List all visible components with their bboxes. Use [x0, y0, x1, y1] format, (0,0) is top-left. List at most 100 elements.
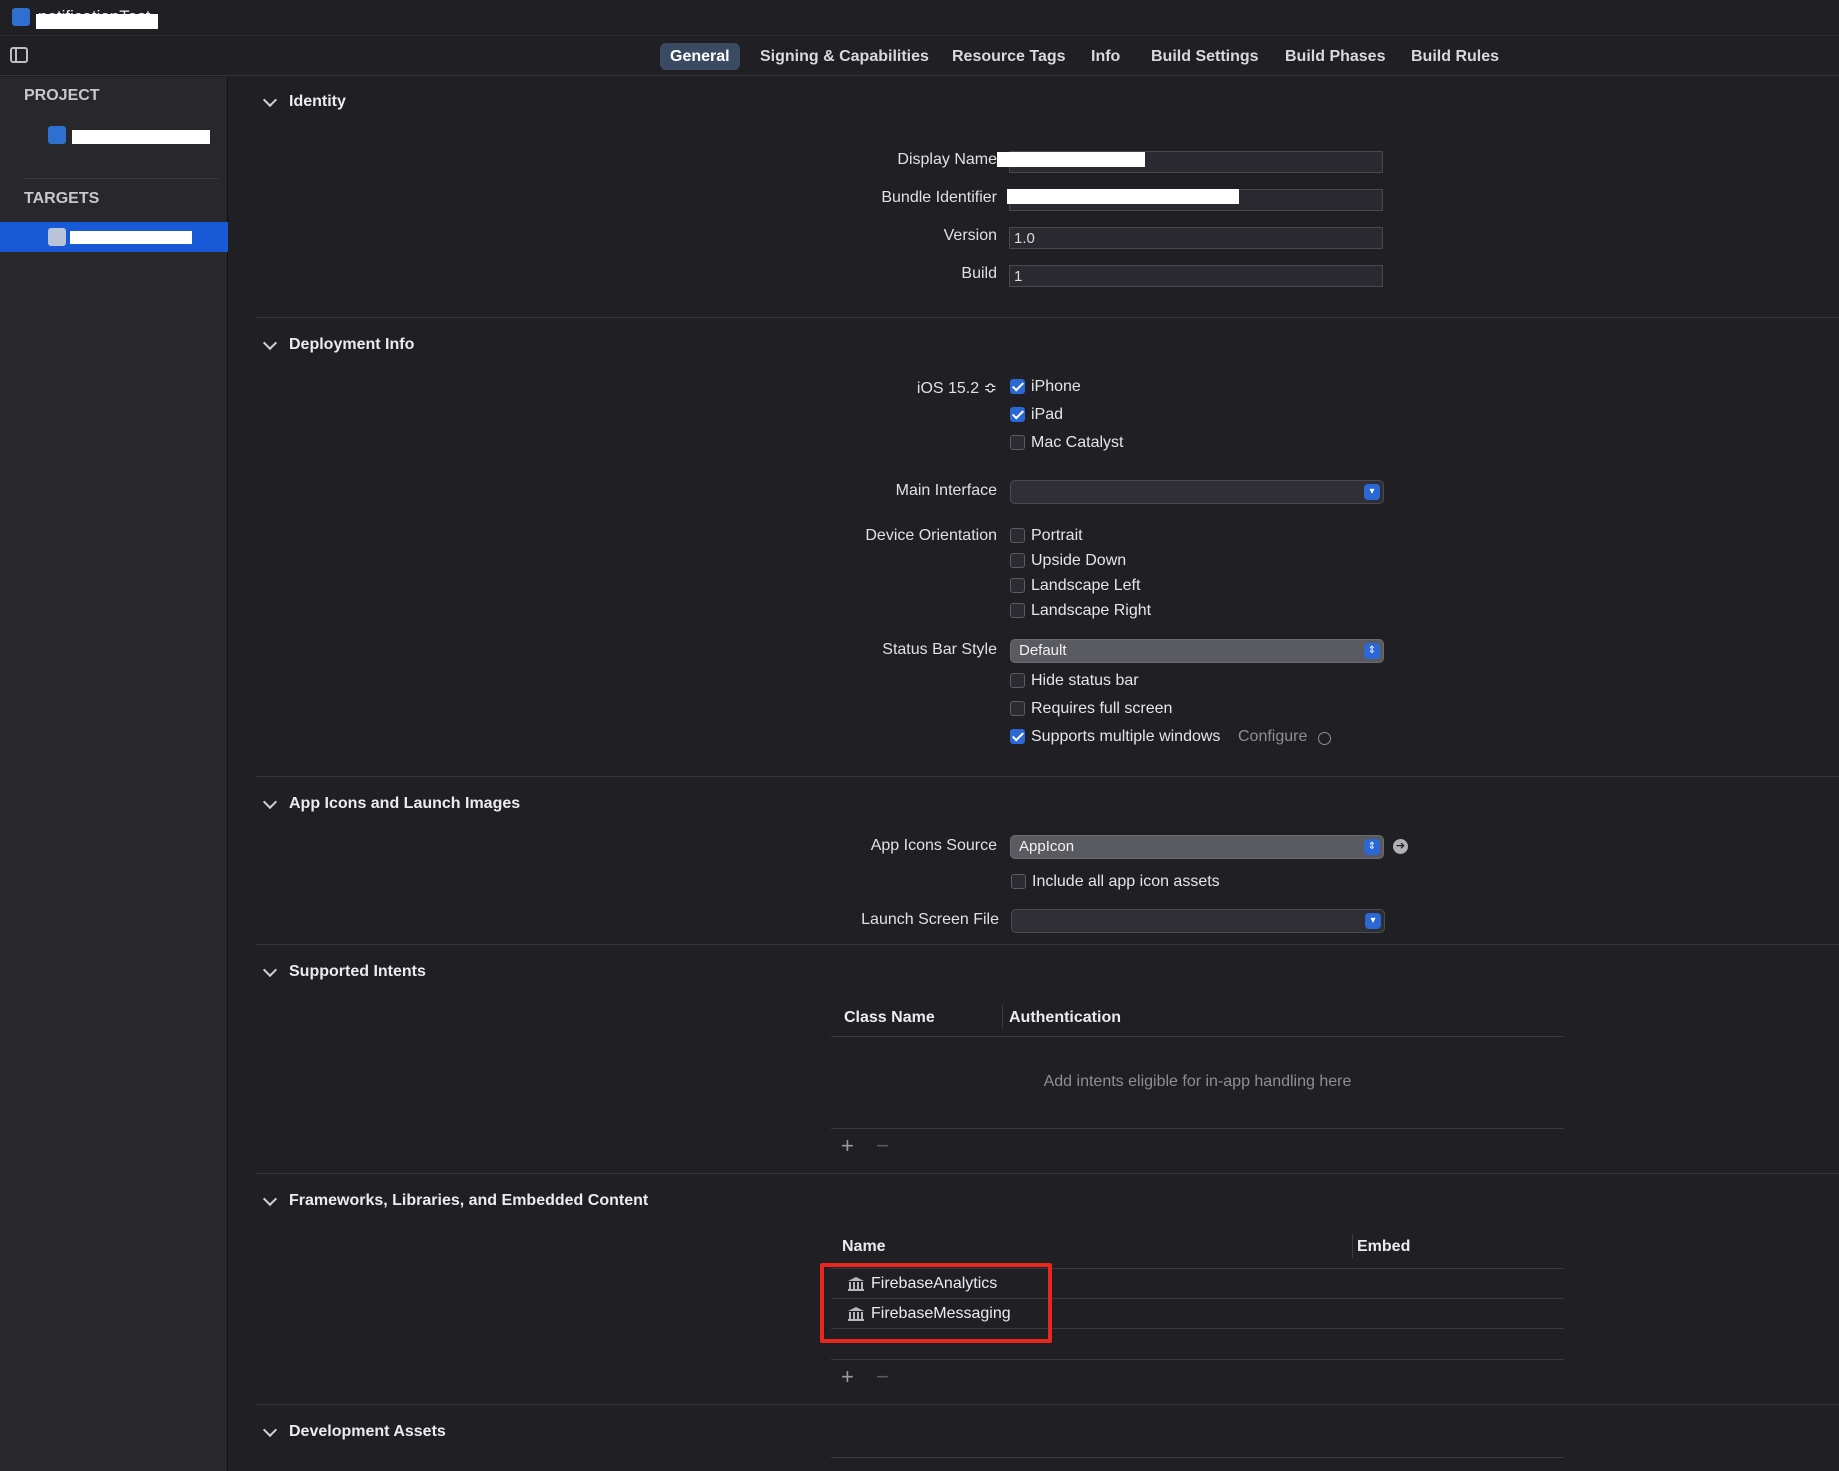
include-all-icon-assets-label: Include all app icon assets: [1032, 873, 1220, 890]
editor-tab-bar: General Signing & Capabilities Resource …: [0, 36, 1839, 76]
section-divider: [255, 1173, 1839, 1174]
redaction-bar: [1007, 189, 1239, 204]
red-highlight-box: [820, 1263, 1052, 1343]
remove-framework-button[interactable]: −: [876, 1364, 889, 1390]
column-divider: [1352, 1234, 1353, 1258]
project-icon: [12, 8, 30, 26]
frameworks-header[interactable]: Frameworks, Libraries, and Embedded Cont…: [289, 1192, 648, 1210]
sidebar-item-project[interactable]: [48, 125, 212, 147]
class-name-column-header[interactable]: Class Name: [844, 1009, 935, 1027]
chevron-down-icon[interactable]: [262, 1422, 278, 1438]
table-footer-divider: [831, 1128, 1564, 1129]
intents-empty-text: Add intents eligible for in-app handling…: [1043, 1073, 1352, 1090]
name-column-header[interactable]: Name: [842, 1238, 886, 1256]
build-field[interactable]: 1: [1009, 265, 1383, 287]
requires-full-screen-checkbox[interactable]: [1010, 701, 1025, 716]
app-icons-source-label: App Icons Source: [870, 837, 997, 854]
section-divider: [255, 1404, 1839, 1405]
launch-screen-file-dropdown[interactable]: ▾: [1011, 909, 1385, 933]
embed-column-header[interactable]: Embed: [1357, 1238, 1410, 1256]
chevron-down-icon[interactable]: [262, 335, 278, 351]
landscape-left-checkbox[interactable]: [1010, 578, 1025, 593]
tab-resource-tags[interactable]: Resource Tags: [942, 43, 1076, 70]
tab-build-phases[interactable]: Build Phases: [1275, 43, 1395, 70]
supports-multiple-windows-label: Supports multiple windows: [1031, 728, 1221, 745]
app-icons-source-dropdown[interactable]: AppIcon ⇕: [1010, 835, 1384, 859]
arrow-circle-icon[interactable]: [1318, 732, 1331, 745]
mac-catalyst-label: Mac Catalyst: [1031, 434, 1124, 451]
tab-info[interactable]: Info: [1081, 43, 1130, 70]
requires-full-screen-label: Requires full screen: [1031, 700, 1173, 717]
chevron-down-icon[interactable]: [262, 962, 278, 978]
project-target-sidebar: PROJECT TARGETS: [0, 77, 228, 1471]
landscape-right-label: Landscape Right: [1031, 602, 1152, 619]
tab-signing-capabilities[interactable]: Signing & Capabilities: [750, 43, 939, 70]
identity-header[interactable]: Identity: [289, 93, 346, 111]
targets-header: TARGETS: [24, 190, 100, 207]
landscape-right-checkbox[interactable]: [1010, 603, 1025, 618]
ipad-checkbox[interactable]: [1010, 407, 1025, 422]
section-divider: [255, 317, 1839, 318]
chevron-down-icon: ▾: [1365, 913, 1381, 929]
upside-down-checkbox[interactable]: [1010, 553, 1025, 568]
general-settings-panel: Identity Display Name Bundle Identifier …: [229, 77, 1839, 1471]
iphone-checkbox[interactable]: [1010, 379, 1025, 394]
device-orientation-label: Device Orientation: [865, 527, 997, 544]
sidebar-item-target[interactable]: [0, 222, 228, 252]
redaction-bar: [997, 152, 1145, 167]
target-icon: [48, 228, 66, 246]
sidebar-toggle-icon[interactable]: [10, 47, 28, 63]
deployment-info-header[interactable]: Deployment Info: [289, 336, 414, 354]
development-assets-header[interactable]: Development Assets: [289, 1423, 446, 1441]
portrait-label: Portrait: [1031, 527, 1083, 544]
section-divider: [255, 944, 1839, 945]
table-header-divider: [831, 1457, 1564, 1458]
table-footer-divider: [831, 1359, 1564, 1360]
up-down-arrows-icon: ⇕: [1364, 643, 1380, 659]
add-framework-button[interactable]: +: [841, 1364, 854, 1390]
add-intent-button[interactable]: +: [841, 1133, 854, 1159]
authentication-column-header[interactable]: Authentication: [1009, 1009, 1121, 1027]
include-all-icon-assets-checkbox[interactable]: [1011, 874, 1026, 889]
project-icon: [48, 126, 66, 144]
go-arrow-icon[interactable]: ➔: [1393, 839, 1408, 854]
tab-build-settings[interactable]: Build Settings: [1141, 43, 1269, 70]
bundle-identifier-label: Bundle Identifier: [881, 189, 997, 206]
portrait-checkbox[interactable]: [1010, 528, 1025, 543]
mac-catalyst-checkbox[interactable]: [1010, 435, 1025, 450]
tab-general[interactable]: General: [660, 43, 740, 70]
chevron-down-icon[interactable]: [262, 794, 278, 810]
redaction-bar: [72, 130, 210, 144]
ios-version-picker[interactable]: iOS 15.2 ≎: [697, 378, 997, 398]
tab-build-rules[interactable]: Build Rules: [1401, 43, 1509, 70]
remove-intent-button[interactable]: −: [876, 1133, 889, 1159]
landscape-left-label: Landscape Left: [1031, 577, 1141, 594]
supports-multiple-windows-checkbox[interactable]: [1010, 729, 1025, 744]
configure-link[interactable]: Configure: [1238, 728, 1307, 746]
build-label: Build: [961, 265, 997, 282]
app-icons-header[interactable]: App Icons and Launch Images: [289, 795, 520, 813]
version-field[interactable]: 1.0: [1009, 227, 1383, 249]
main-interface-label: Main Interface: [895, 482, 997, 499]
status-bar-style-value: Default: [1019, 642, 1067, 659]
app-icons-source-value: AppIcon: [1019, 838, 1075, 855]
chevron-down-icon[interactable]: [262, 92, 278, 108]
upside-down-label: Upside Down: [1031, 552, 1127, 569]
hide-status-bar-checkbox[interactable]: [1010, 673, 1025, 688]
launch-screen-file-label: Launch Screen File: [861, 911, 999, 928]
project-header: PROJECT: [24, 87, 100, 104]
redaction-bar: [36, 14, 158, 29]
iphone-label: iPhone: [1031, 378, 1081, 395]
up-down-arrows-icon: ⇕: [1364, 839, 1380, 855]
redaction-bar: [70, 231, 192, 244]
chevron-down-icon: ▾: [1364, 484, 1380, 500]
status-bar-style-dropdown[interactable]: Default ⇕: [1010, 639, 1384, 663]
version-label: Version: [943, 227, 997, 244]
hide-status-bar-label: Hide status bar: [1031, 672, 1139, 689]
chevron-down-icon[interactable]: [262, 1191, 278, 1207]
main-interface-dropdown[interactable]: ▾: [1010, 480, 1384, 504]
title-bar: notificationTest: [0, 0, 1839, 36]
display-name-label: Display Name: [897, 151, 997, 168]
section-divider: [255, 776, 1839, 777]
supported-intents-header[interactable]: Supported Intents: [289, 963, 426, 981]
